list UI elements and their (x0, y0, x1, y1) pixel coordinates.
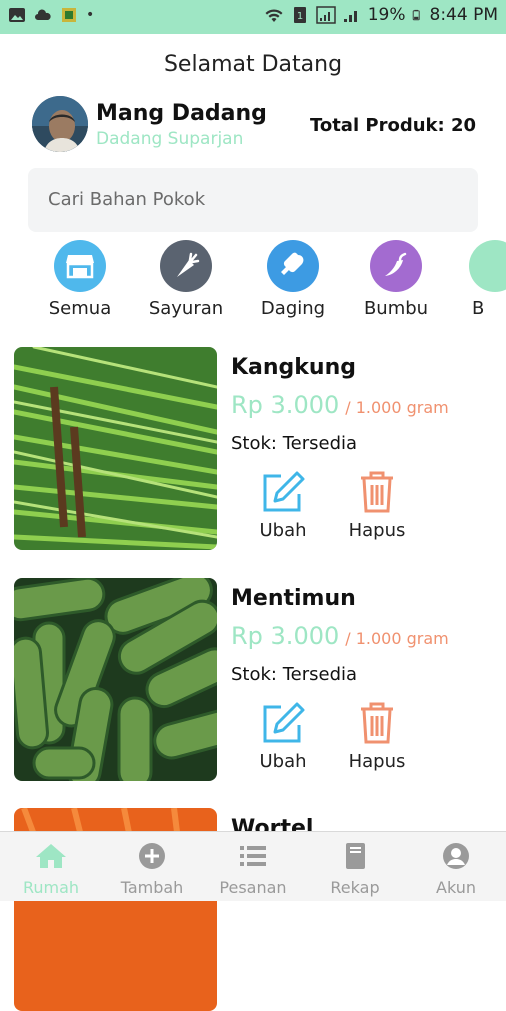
nav-label: Akun (436, 878, 476, 897)
category-label: Semua (48, 298, 112, 319)
edit-button[interactable]: Ubah (248, 701, 318, 772)
chili-icon (370, 240, 422, 292)
meat-icon (267, 240, 319, 292)
clock: 8:44 PM (429, 5, 499, 25)
product-stock: Stok: Tersedia (231, 433, 358, 454)
product-image-mentimun[interactable] (14, 578, 217, 781)
avatar-image (32, 96, 88, 152)
battery-percent: 19% (367, 5, 406, 25)
edit-button[interactable]: Ubah (248, 470, 318, 541)
nav-rumah[interactable]: Rumah (6, 842, 96, 897)
category-more[interactable]: B (449, 240, 506, 319)
battery-icon (412, 9, 420, 21)
delete-button[interactable]: Hapus (342, 470, 412, 541)
category-icon (469, 240, 506, 292)
price-value: Rp 3.000 (231, 622, 340, 650)
app-icon (62, 8, 76, 22)
signal-icon (315, 6, 336, 24)
nav-label: Rumah (22, 878, 80, 897)
book-icon (346, 843, 365, 869)
price-unit: / 1.000 gram (345, 398, 449, 417)
system-icons: 1 19% 8:44 PM (264, 5, 498, 25)
total-products: Total Produk: 20 (309, 115, 476, 136)
product-name: Kangkung (231, 355, 357, 380)
user-full-name: Dadang Suparjan (96, 129, 244, 149)
edit-icon (263, 471, 305, 512)
trash-icon (361, 702, 393, 744)
user-name: Mang Dadang (96, 101, 267, 126)
product-name: Mentimun (231, 586, 356, 611)
category-label: Bumbu (363, 298, 429, 319)
svg-text:1: 1 (297, 11, 303, 22)
product-image-kangkung[interactable] (14, 347, 217, 550)
carrot-icon (160, 240, 212, 292)
edit-icon (263, 702, 305, 743)
product-price: Rp 3.000 / 1.000 gram (231, 391, 449, 419)
signal-bars-icon (343, 11, 357, 22)
bottom-nav: Rumah Tambah Pesanan Rekap Akun (0, 831, 506, 901)
category-label: Daging (260, 298, 326, 319)
price-value: Rp 3.000 (231, 391, 340, 419)
delete-button[interactable]: Hapus (342, 701, 412, 772)
sim-icon: 1 (293, 7, 306, 23)
avatar[interactable] (32, 96, 88, 152)
nav-pesanan[interactable]: Pesanan (208, 842, 298, 897)
page-title: Selamat Datang (163, 52, 343, 77)
account-icon (443, 843, 469, 869)
category-sayuran[interactable]: Sayuran (141, 240, 231, 319)
nav-label: Tambah (120, 878, 184, 897)
nav-akun[interactable]: Akun (411, 842, 501, 897)
category-bumbu[interactable]: Bumbu (351, 240, 441, 319)
gallery-icon (9, 8, 25, 22)
edit-label: Ubah (259, 520, 307, 541)
category-daging[interactable]: Daging (248, 240, 338, 319)
dot-icon: • (86, 7, 95, 23)
home-icon (36, 844, 66, 868)
edit-label: Ubah (259, 751, 307, 772)
nav-label: Rekap (330, 878, 380, 897)
delete-label: Hapus (348, 520, 406, 541)
nav-tambah[interactable]: Tambah (107, 842, 197, 897)
price-unit: / 1.000 gram (345, 629, 449, 648)
product-price: Rp 3.000 / 1.000 gram (231, 622, 449, 650)
trash-icon (361, 471, 393, 513)
wifi-icon (265, 9, 283, 22)
shop-icon (54, 240, 106, 292)
category-label: Sayuran (148, 298, 224, 319)
nav-rekap[interactable]: Rekap (310, 842, 400, 897)
list-icon (240, 846, 266, 866)
category-label: B (472, 298, 485, 319)
delete-label: Hapus (348, 751, 406, 772)
search-input[interactable]: Cari Bahan Pokok (28, 168, 478, 232)
cloud-icon (35, 9, 51, 20)
product-stock: Stok: Tersedia (231, 664, 358, 685)
nav-label: Pesanan (219, 878, 287, 897)
add-circle-icon (139, 843, 165, 869)
notification-icons: • (8, 7, 94, 23)
category-semua[interactable]: Semua (35, 240, 125, 319)
status-bar: • 1 19% 8:44 PM (0, 0, 506, 34)
